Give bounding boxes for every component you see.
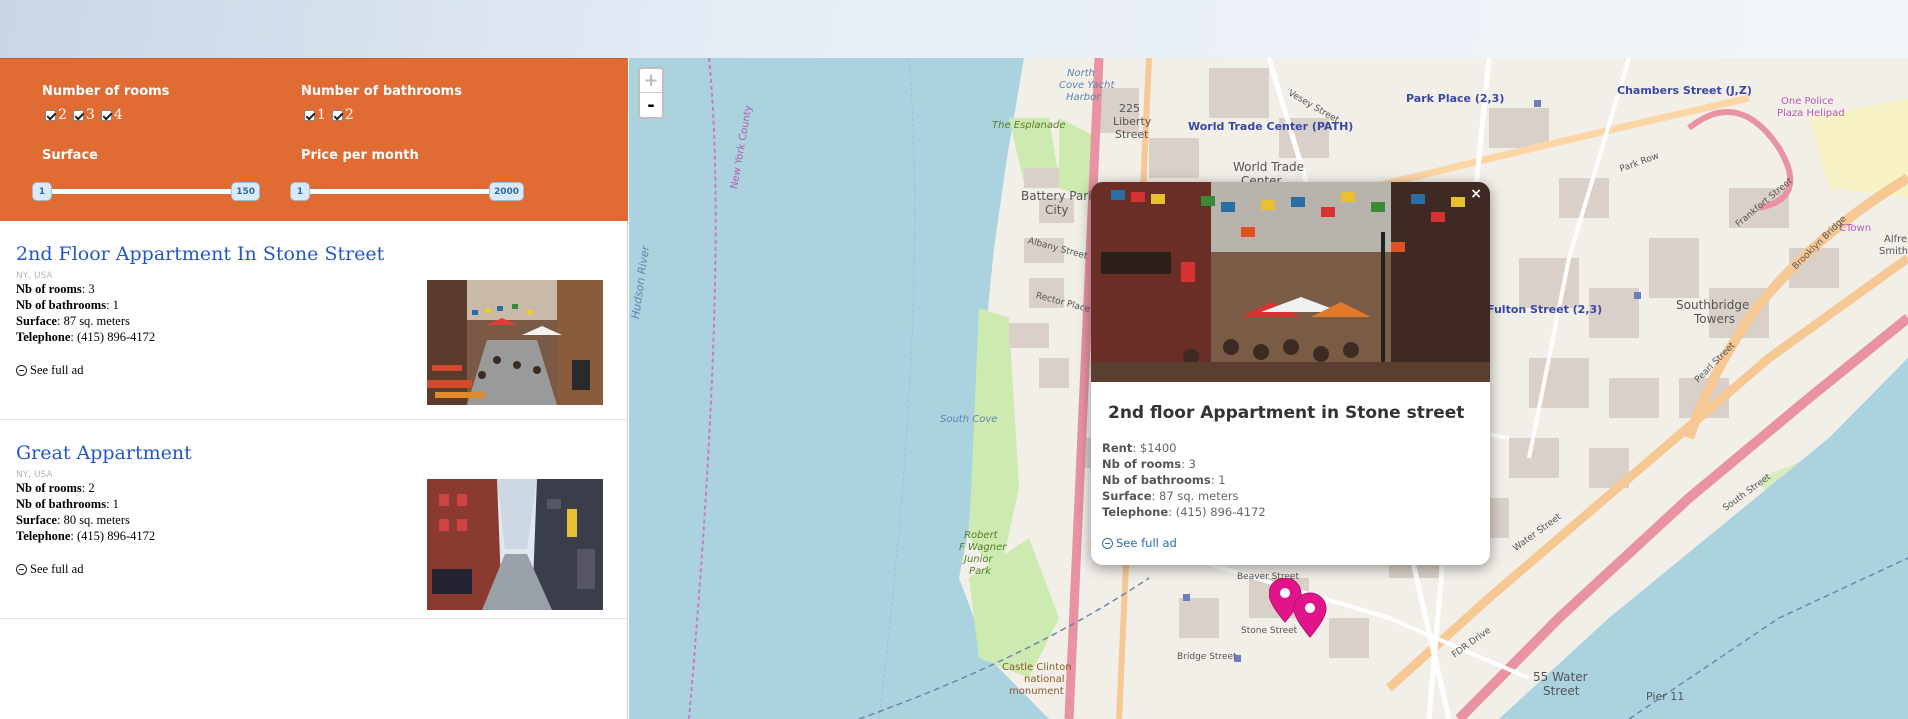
listing-popup: × 2nd floor Appartment in Stone street R…: [1091, 182, 1490, 565]
filters-panel: Number of rooms 2 3 4 Number of bathroom…: [0, 58, 628, 221]
listing-photo[interactable]: [427, 280, 603, 405]
map-label: Battery Park: [1021, 189, 1096, 203]
surface-max-handle[interactable]: 150: [231, 182, 260, 201]
rooms-option-label: 4: [113, 107, 123, 123]
popup-surface: Surface: 87 sq. meters: [1102, 489, 1239, 503]
map-label: North: [1067, 68, 1095, 79]
listing-rooms: Nb of rooms: 2: [16, 481, 95, 495]
map-label: Cove Yacht: [1059, 80, 1115, 91]
zoom-in-button[interactable]: +: [640, 69, 662, 93]
slider-track: [38, 189, 254, 194]
bathrooms-filter-label: Number of bathrooms: [301, 84, 462, 99]
rooms-2-checkbox[interactable]: [45, 109, 56, 121]
map-label: Park Place (2,3): [1406, 92, 1505, 105]
sign-in-arrow-icon: [1102, 537, 1113, 549]
price-filter-label: Price per month: [301, 148, 419, 163]
map-label: Castle Clinton: [1002, 662, 1072, 673]
map-label: World Trade: [1233, 160, 1305, 174]
zoom-out-button[interactable]: -: [640, 93, 662, 117]
listing-location: NY, USA: [16, 470, 53, 480]
surface-slider[interactable]: 1 150: [32, 180, 260, 202]
map-label: Harbor: [1066, 92, 1101, 103]
listing-bathrooms: Nb of bathrooms: 1: [16, 298, 119, 312]
zoom-control: + -: [638, 67, 664, 119]
map-label: Street: [1115, 128, 1149, 141]
listing-item: 2nd Floor Appartment In Stone Street NY,…: [0, 221, 628, 420]
map-markers: [1269, 578, 1327, 638]
bathrooms-2-checkbox[interactable]: [331, 109, 343, 121]
map-label: Smith H: [1879, 246, 1908, 257]
popup-photo: [1091, 182, 1490, 382]
map-label: 225: [1119, 102, 1140, 115]
listing-photo[interactable]: [427, 479, 603, 610]
map-label: Junior: [964, 554, 993, 565]
bathrooms-1-checkbox[interactable]: [304, 109, 315, 121]
rooms-3-checkbox[interactable]: [72, 109, 84, 121]
popup-title: 2nd floor Appartment in Stone street: [1108, 403, 1465, 423]
listing-telephone: Telephone: (415) 896-4172: [16, 330, 156, 344]
listing-rooms: Nb of rooms: 3: [16, 282, 95, 296]
map-label: Alfre: [1884, 234, 1908, 245]
listing-title-link[interactable]: 2nd Floor Appartment In Stone Street: [16, 243, 384, 265]
map-label: national: [1024, 674, 1065, 685]
listing-title-link[interactable]: Great Appartment: [16, 442, 192, 464]
top-header-bar: [0, 0, 1908, 58]
popup-telephone: Telephone: (415) 896-4172: [1102, 505, 1266, 519]
map-label: Pier 11: [1646, 690, 1685, 703]
listing-bathrooms: Nb of bathrooms: 1: [16, 497, 119, 511]
map-label: Robert: [964, 530, 998, 541]
price-slider[interactable]: 1 2000: [290, 180, 524, 202]
price-max-handle[interactable]: 2000: [488, 182, 524, 201]
listing-item: Great Appartment NY, USA Nb of rooms: 2 …: [0, 420, 628, 619]
listing-surface: Surface: 87 sq. meters: [16, 314, 130, 328]
map-view[interactable]: World Trade Center (PATH) World Trade Ce…: [629, 58, 1908, 719]
map-label: Park: [969, 566, 992, 577]
bathrooms-option-label: 2: [344, 107, 354, 123]
listings-panel: Number of rooms 2 3 4 Number of bathroom…: [0, 58, 628, 719]
map-label: Plaza Helipad: [1777, 108, 1845, 119]
bathrooms-checkboxes: 1 2: [304, 107, 358, 123]
listing-telephone: Telephone: (415) 896-4172: [16, 529, 156, 543]
popup-see-full-ad-link[interactable]: See full ad: [1102, 536, 1177, 550]
see-full-ad-link[interactable]: See full ad: [16, 363, 83, 378]
map-label: South Cove: [940, 414, 998, 425]
sign-in-arrow-icon: [16, 564, 27, 575]
map-label: Chambers Street (J,Z): [1617, 84, 1752, 97]
map-label: Liberty: [1113, 115, 1152, 128]
bathrooms-option-label: 1: [317, 107, 326, 123]
location-pin-icon[interactable]: [1293, 592, 1327, 638]
map-label: 55 Water: [1533, 670, 1588, 684]
surface-filter-label: Surface: [42, 148, 98, 163]
listing-surface: Surface: 80 sq. meters: [16, 513, 130, 527]
rooms-option-label: 2: [58, 107, 67, 123]
popup-rent: Rent: $1400: [1102, 441, 1177, 455]
map-label: The Esplanade: [992, 120, 1066, 131]
map-label: Fulton Street (2,3): [1487, 303, 1603, 316]
map-label: Street: [1543, 684, 1580, 698]
price-min-handle[interactable]: 1: [290, 182, 310, 201]
popup-bathrooms: Nb of bathrooms: 1: [1102, 473, 1226, 487]
popup-rooms: Nb of rooms: 3: [1102, 457, 1196, 471]
map-label: F Wagner: [959, 542, 1007, 553]
map-label: Southbridge: [1676, 298, 1750, 312]
map-label: Towers: [1694, 312, 1736, 326]
map-label: City: [1045, 203, 1069, 217]
sign-in-arrow-icon: [16, 365, 27, 376]
rooms-option-label: 3: [85, 107, 95, 123]
map-label: One Police: [1781, 96, 1834, 107]
surface-min-handle[interactable]: 1: [32, 182, 52, 201]
map-label: monument: [1009, 686, 1064, 697]
listing-location: NY, USA: [16, 271, 53, 281]
rooms-4-checkbox[interactable]: [100, 109, 112, 121]
popup-close-button[interactable]: ×: [1470, 186, 1482, 202]
rooms-checkboxes: 2 3 4: [45, 107, 127, 123]
map-label: Bridge Street: [1177, 652, 1237, 662]
see-full-ad-link[interactable]: See full ad: [16, 562, 83, 577]
rooms-filter-label: Number of rooms: [42, 84, 170, 99]
slider-track: [296, 189, 518, 194]
